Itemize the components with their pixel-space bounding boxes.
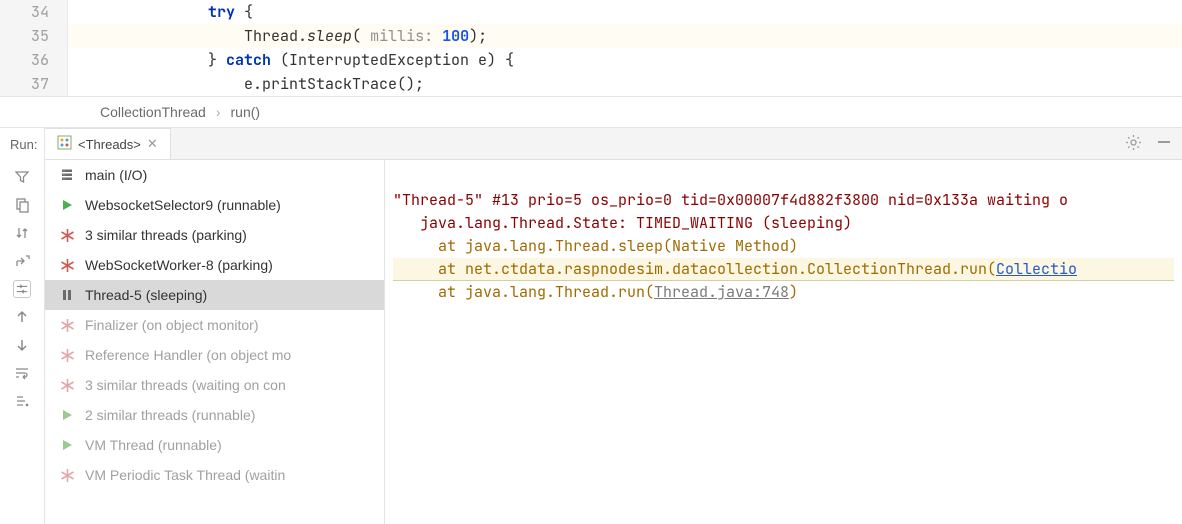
thread-item[interactable]: VM Periodic Task Thread (waitin [45, 460, 384, 490]
merge-icon[interactable] [13, 280, 31, 298]
code-content: e.printStackTrace(); [68, 72, 424, 96]
sleeping-icon [59, 287, 75, 303]
down-arrow-icon[interactable] [13, 336, 31, 354]
run-tabs: <Threads> ✕ [45, 128, 1182, 160]
line-number: 35 [0, 24, 68, 48]
code-line[interactable]: 36} catch (InterruptedException e) { [0, 48, 1182, 72]
up-arrow-icon[interactable] [13, 308, 31, 326]
running-icon [59, 437, 75, 453]
code-content: try { [68, 0, 253, 24]
close-icon[interactable]: ✕ [147, 136, 158, 152]
tab-label: <Threads> [78, 137, 141, 152]
dump-line: at java.lang.Thread.sleep(Native Method) [393, 236, 798, 256]
thread-label: Finalizer (on object monitor) [85, 317, 259, 333]
running-icon [59, 197, 75, 213]
code-line[interactable]: 34try { [0, 0, 1182, 24]
thread-label: 3 similar threads (waiting on con [85, 377, 286, 393]
line-number: 36 [0, 48, 68, 72]
io-icon [59, 167, 75, 183]
line-number: 34 [0, 0, 68, 24]
dump-line: "Thread-5" #13 prio=5 os_prio=0 tid=0x00… [393, 190, 1068, 210]
breadcrumb-method[interactable]: run() [231, 104, 261, 120]
source-link[interactable]: Collectio [996, 259, 1077, 279]
thread-label: 2 similar threads (runnable) [85, 407, 255, 423]
tab-threads[interactable]: <Threads> ✕ [45, 128, 171, 159]
thread-label: VM Thread (runnable) [85, 437, 222, 453]
thread-label: WebSocketWorker-8 (parking) [85, 257, 273, 273]
breadcrumb-class[interactable]: CollectionThread [100, 104, 206, 120]
sort-icon[interactable] [13, 224, 31, 242]
wrap-icon[interactable] [13, 364, 31, 382]
dump-line: java.lang.Thread.State: TIMED_WAITING (s… [393, 213, 852, 233]
threads-tab-icon [57, 135, 72, 153]
frozen-icon [59, 467, 75, 483]
thread-label: 3 similar threads (parking) [85, 227, 247, 243]
line-number: 37 [0, 72, 68, 96]
code-line[interactable]: 37 e.printStackTrace(); [0, 72, 1182, 96]
frozen-icon [59, 227, 75, 243]
code-line[interactable]: 35 Thread.sleep( millis: 100); [0, 24, 1182, 48]
dump-line: ) [789, 282, 798, 302]
frozen-icon [59, 317, 75, 333]
filter-icon[interactable] [13, 168, 31, 186]
frozen-icon [59, 257, 75, 273]
run-panel: Run: <Threads> ✕ main (I/O) [0, 128, 1182, 524]
thread-item[interactable]: WebSocketWorker-8 (parking) [45, 250, 384, 280]
run-label: Run: [0, 128, 44, 160]
code-content: Thread.sleep( millis: 100); [68, 24, 487, 48]
thread-label: VM Periodic Task Thread (waitin [85, 467, 285, 483]
thread-dump-view[interactable]: "Thread-5" #13 prio=5 os_prio=0 tid=0x00… [385, 160, 1182, 524]
minimize-icon[interactable] [1156, 134, 1172, 153]
thread-item[interactable]: Reference Handler (on object mo [45, 340, 384, 370]
thread-item[interactable]: Finalizer (on object monitor) [45, 310, 384, 340]
running-icon [59, 407, 75, 423]
run-sidebar: Run: [0, 128, 45, 524]
dump-line: at java.lang.Thread.run( [393, 282, 654, 302]
thread-label: main (I/O) [85, 167, 147, 183]
code-content: } catch (InterruptedException e) { [68, 48, 514, 72]
thread-list[interactable]: main (I/O) WebsocketSelector9 (runnable) 3… [45, 160, 385, 524]
thread-item[interactable]: 3 similar threads (waiting on con [45, 370, 384, 400]
frozen-icon [59, 377, 75, 393]
thread-item[interactable]: Thread-5 (sleeping) [45, 280, 384, 310]
export-icon[interactable] [13, 252, 31, 270]
breadcrumb-separator-icon: › [216, 104, 221, 120]
code-editor: 34try {35 Thread.sleep( millis: 100);36}… [0, 0, 1182, 96]
thread-label: WebsocketSelector9 (runnable) [85, 197, 281, 213]
thread-item[interactable]: VM Thread (runnable) [45, 430, 384, 460]
thread-item[interactable]: main (I/O) [45, 160, 384, 190]
thread-item[interactable]: WebsocketSelector9 (runnable) [45, 190, 384, 220]
thread-label: Thread-5 (sleeping) [85, 287, 207, 303]
source-link[interactable]: Thread.java:748 [654, 282, 789, 302]
gear-icon[interactable] [1125, 134, 1142, 154]
dump-line: at net.ctdata.raspnodesim.datacollection… [393, 259, 996, 279]
thread-item[interactable]: 3 similar threads (parking) [45, 220, 384, 250]
thread-item[interactable]: 2 similar threads (runnable) [45, 400, 384, 430]
breadcrumb[interactable]: CollectionThread › run() [0, 96, 1182, 128]
thread-label: Reference Handler (on object mo [85, 347, 291, 363]
frozen-icon [59, 347, 75, 363]
stacktrace-icon[interactable] [13, 392, 31, 410]
copy-icon[interactable] [13, 196, 31, 214]
